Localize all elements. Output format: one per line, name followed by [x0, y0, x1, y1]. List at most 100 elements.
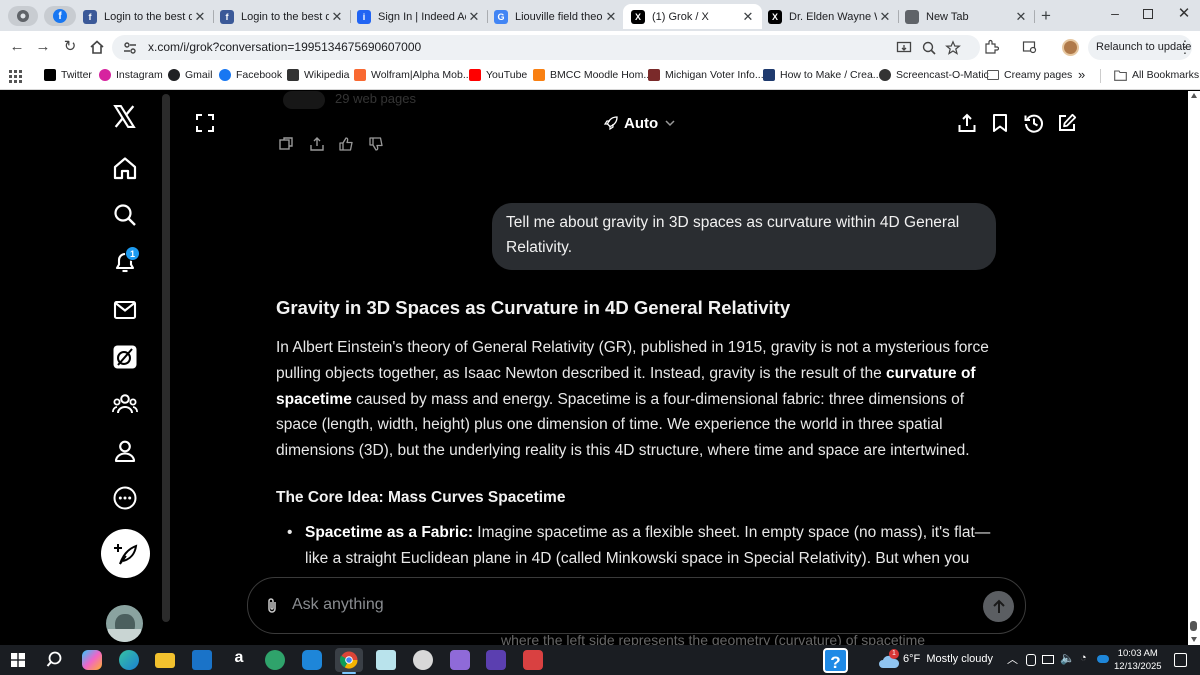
reload-button[interactable]: ↻ — [61, 38, 79, 56]
tab-close-icon[interactable]: ✕ — [877, 9, 893, 25]
app-icon-1[interactable] — [413, 650, 433, 670]
tab-close-icon[interactable]: ✕ — [1013, 9, 1029, 25]
wifi-icon[interactable]: ◔ — [1080, 652, 1087, 664]
app-icon-3[interactable] — [486, 650, 506, 670]
remote-desktop-icon[interactable] — [302, 650, 322, 670]
home-icon[interactable] — [112, 155, 138, 181]
bookmark-item[interactable]: How to Make / Crea... — [763, 69, 882, 81]
close-window-button[interactable]: ✕ — [1177, 4, 1191, 22]
weather-widget[interactable]: 6°F Mostly cloudy — [903, 653, 993, 665]
tab-close-icon[interactable]: ✕ — [466, 9, 482, 25]
scroll-down-arrow[interactable] — [1191, 637, 1197, 642]
tab-close-icon[interactable]: ✕ — [603, 9, 619, 25]
tab-close-icon[interactable]: ✕ — [329, 9, 345, 25]
browser-tab[interactable]: G Liouville field theory ✕ — [486, 4, 625, 29]
bookmark-star-icon[interactable] — [945, 40, 961, 56]
app-icon-2[interactable] — [450, 650, 470, 670]
chrome-menu-icon[interactable]: · · · — [1180, 33, 1190, 59]
tray-chevron-icon[interactable]: ︿ — [1007, 651, 1018, 667]
facebook-pinned-tab[interactable]: f — [44, 6, 76, 26]
browser-tab[interactable]: i Sign In | Indeed Acco✕ — [349, 4, 488, 29]
bookmark-item[interactable]: BMCC Moodle Hom... — [533, 69, 652, 81]
attach-paperclip-icon[interactable] — [264, 597, 280, 615]
apps-grid-icon[interactable] — [9, 70, 22, 83]
bookmark-item[interactable]: Screencast-O-Matic — [879, 69, 989, 81]
tab-search-icon[interactable] — [1022, 39, 1038, 55]
bookmark-item[interactable]: Facebook — [219, 69, 282, 81]
scrollbar-thumb[interactable] — [1190, 621, 1197, 631]
more-options-icon[interactable] — [112, 485, 138, 511]
url-text[interactable]: x.com/i/grok?conversation=19951346756906… — [148, 40, 421, 54]
bookmark-item[interactable]: Twitter — [44, 69, 92, 81]
copy-icon[interactable] — [278, 136, 294, 152]
bookmark-item[interactable]: Creamy pages — [987, 69, 1072, 81]
scroll-up-arrow[interactable] — [1191, 93, 1197, 98]
communities-icon[interactable] — [112, 391, 138, 417]
zoom-icon[interactable] — [921, 40, 937, 56]
compose-post-button[interactable] — [101, 529, 150, 578]
bookmark-item[interactable]: Instagram — [99, 69, 163, 81]
export-icon[interactable] — [309, 136, 325, 152]
bookmark-item[interactable]: Gmail — [168, 69, 212, 81]
tab-close-icon[interactable]: ✕ — [192, 9, 208, 25]
thumbs-down-icon[interactable] — [368, 136, 384, 152]
browser-tab[interactable]: f Login to the best dat✕ — [75, 4, 214, 29]
bookmark-item[interactable]: YouTube — [469, 69, 527, 81]
windows-start-icon[interactable] — [11, 653, 25, 667]
page-scrollbar[interactable] — [1188, 91, 1200, 645]
back-button[interactable]: ← — [8, 38, 26, 56]
sources-pill-faded[interactable]: 29 web pages — [279, 91, 429, 111]
forward-button[interactable]: → — [34, 38, 52, 56]
profile-icon[interactable] — [112, 438, 138, 464]
browser-tab[interactable]: f Login to the best dat✕ — [212, 4, 351, 29]
bookmark-item[interactable]: Wikipedia — [287, 69, 350, 81]
browser-tab[interactable]: X Dr. Elden Wayne Wh✕ — [760, 4, 899, 29]
bookmark-item[interactable]: Wolfram|Alpha Mob... — [354, 69, 472, 81]
install-app-icon[interactable] — [896, 40, 912, 56]
site-info-icon[interactable] — [122, 40, 138, 56]
share-icon[interactable] — [957, 113, 977, 133]
browser-tab[interactable]: New Tab ✕ — [897, 4, 1035, 29]
thumbs-up-icon[interactable] — [338, 136, 354, 152]
tray-icon-1[interactable] — [1026, 654, 1036, 666]
expand-fullscreen-icon[interactable] — [195, 113, 215, 133]
mode-selector[interactable]: Auto — [603, 112, 676, 134]
volume-icon[interactable]: 🔈 — [1060, 651, 1075, 665]
copilot-icon[interactable] — [82, 650, 102, 670]
home-icon[interactable] — [88, 38, 106, 56]
tray-icon-2[interactable] — [1042, 655, 1054, 664]
bookmark-icon[interactable] — [990, 113, 1010, 133]
tab-close-icon[interactable]: ✕ — [740, 9, 756, 25]
omnibox[interactable]: x.com/i/grok?conversation=19951346756906… — [112, 35, 980, 60]
outlook-icon[interactable] — [192, 650, 212, 670]
amazon-icon[interactable]: a — [229, 649, 249, 669]
onedrive-icon[interactable] — [1097, 655, 1109, 663]
grok-icon[interactable] — [112, 344, 138, 370]
edge-icon[interactable] — [119, 650, 139, 670]
send-button[interactable] — [983, 591, 1014, 622]
taskbar-search-icon[interactable] — [46, 651, 63, 668]
relaunch-button[interactable]: Relaunch to update — [1088, 35, 1192, 60]
browser-tab[interactable]: X (1) Grok / X ✕ — [623, 4, 762, 29]
help-icon[interactable]: ? — [823, 648, 848, 673]
notification-center-icon[interactable] — [1174, 653, 1187, 667]
minimize-button[interactable]: – — [1108, 5, 1122, 23]
ask-input-box[interactable]: Ask anything — [247, 577, 1026, 634]
chrome-taskbar-icon[interactable] — [335, 648, 363, 672]
messages-mail-icon[interactable] — [112, 297, 138, 323]
app-icon-4[interactable] — [523, 650, 543, 670]
tripadvisor-icon[interactable] — [265, 650, 285, 670]
extensions-icon[interactable] — [983, 39, 999, 55]
account-avatar[interactable] — [106, 605, 143, 642]
new-tab-button[interactable]: + — [1036, 6, 1056, 26]
x-logo-icon[interactable] — [112, 104, 137, 129]
profile-avatar[interactable] — [1062, 39, 1079, 56]
explore-search-icon[interactable] — [112, 202, 138, 228]
bookmarks-overflow-chevron[interactable]: » — [1078, 67, 1085, 82]
restore-button[interactable] — [1143, 9, 1153, 19]
system-clock[interactable]: 10:03 AM 12/13/2025 — [1114, 647, 1162, 673]
chrome-profile-tab[interactable] — [8, 6, 38, 26]
bookmark-item[interactable]: Michigan Voter Info... — [648, 69, 764, 81]
all-bookmarks-button[interactable]: All Bookmarks — [1114, 69, 1199, 81]
file-explorer-icon[interactable] — [155, 653, 175, 668]
